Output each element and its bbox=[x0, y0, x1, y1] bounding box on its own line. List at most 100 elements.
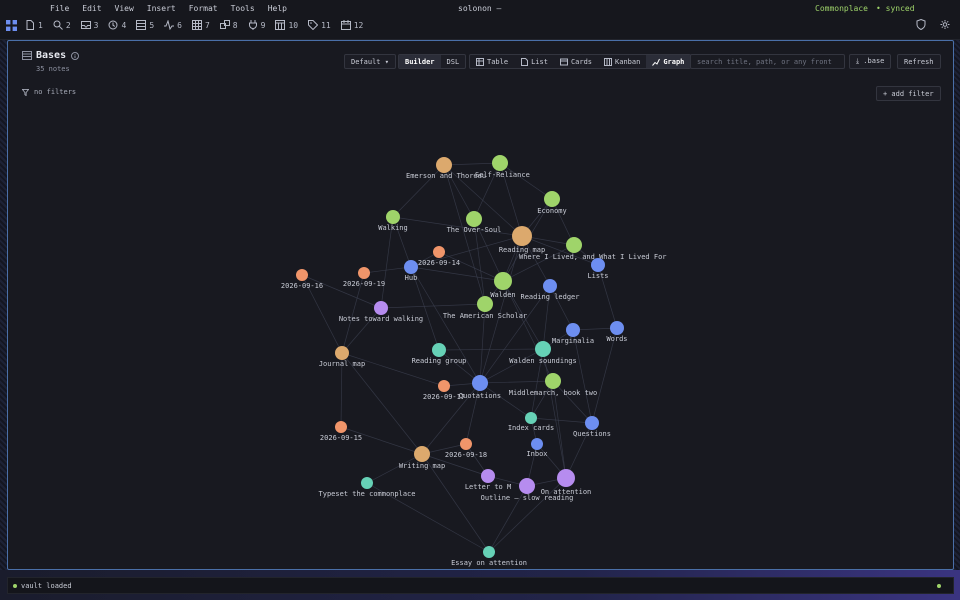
graph-node-on-attention[interactable]: On attention bbox=[541, 469, 592, 496]
node-dot[interactable] bbox=[438, 380, 450, 392]
graph-node-quotations[interactable]: Quotations bbox=[459, 375, 501, 400]
calendar-icon bbox=[340, 20, 351, 30]
graph-node-d-0919[interactable]: 2026-09-19 bbox=[343, 267, 385, 288]
tool-search-button[interactable]: 2 bbox=[53, 18, 71, 32]
gear-icon[interactable] bbox=[940, 19, 950, 30]
graph-node-journal-map[interactable]: Journal map bbox=[319, 346, 365, 368]
node-dot[interactable] bbox=[494, 272, 512, 290]
graph-node-essay-attention[interactable]: Essay on attention bbox=[451, 546, 527, 567]
graph-node-over-soul[interactable]: The Over-Soul bbox=[447, 211, 502, 234]
node-dot[interactable] bbox=[566, 323, 580, 337]
graph-edge bbox=[552, 380, 593, 424]
tool-inbox-button[interactable]: 3 bbox=[80, 18, 98, 32]
app-grid-button[interactable] bbox=[6, 18, 17, 32]
tool-count: 6 bbox=[177, 20, 182, 30]
graph-node-inbox[interactable]: Inbox bbox=[526, 438, 548, 458]
menu-view[interactable]: View bbox=[115, 4, 134, 13]
menu-edit[interactable]: Edit bbox=[82, 4, 101, 13]
graph-canvas[interactable]: Emerson and ThoreauSelf-RelianceEconomyW… bbox=[8, 41, 953, 569]
graph-node-d-0915[interactable]: 2026-09-15 bbox=[320, 421, 362, 442]
graph-node-words[interactable]: Words bbox=[606, 321, 628, 343]
node-label: 2026-09-16 bbox=[281, 282, 323, 290]
node-dot[interactable] bbox=[386, 210, 400, 224]
graph-edge bbox=[542, 348, 567, 479]
node-dot[interactable] bbox=[472, 375, 488, 391]
tool-bases-button[interactable]: 5 bbox=[136, 18, 154, 32]
menu-bar: File Edit View Insert Format Tools Help bbox=[50, 4, 287, 13]
vault-name[interactable]: Commonplace bbox=[815, 4, 868, 13]
node-dot[interactable] bbox=[591, 258, 605, 272]
graph-edge bbox=[443, 164, 486, 305]
menu-file[interactable]: File bbox=[50, 4, 69, 13]
node-label: Lists bbox=[587, 272, 608, 280]
node-dot[interactable] bbox=[361, 477, 373, 489]
graph-node-typeset[interactable]: Typeset the commonplace bbox=[319, 477, 416, 498]
node-dot[interactable] bbox=[545, 373, 561, 389]
graph-node-d-0916[interactable]: 2026-09-16 bbox=[281, 269, 323, 290]
shield-icon[interactable] bbox=[916, 19, 926, 30]
node-dot[interactable] bbox=[566, 237, 582, 253]
graph-node-walden[interactable]: Walden bbox=[490, 272, 516, 299]
tool-file-button[interactable]: 1 bbox=[25, 18, 43, 32]
graph-node-reading-ledger[interactable]: Reading ledger bbox=[520, 279, 580, 301]
menu-help[interactable]: Help bbox=[268, 4, 287, 13]
menu-tools[interactable]: Tools bbox=[231, 4, 255, 13]
node-dot[interactable] bbox=[335, 421, 347, 433]
graph-node-questions[interactable]: Questions bbox=[573, 416, 611, 438]
tool-tag-button[interactable]: 11 bbox=[308, 18, 331, 32]
node-dot[interactable] bbox=[432, 343, 446, 357]
tool-history-button[interactable]: 4 bbox=[108, 18, 126, 32]
node-dot[interactable] bbox=[557, 469, 575, 487]
node-dot[interactable] bbox=[610, 321, 624, 335]
node-dot[interactable] bbox=[531, 438, 543, 450]
tool-graph-button[interactable]: 8 bbox=[219, 18, 238, 32]
history-icon bbox=[108, 20, 118, 30]
graph-node-self-reliance[interactable]: Self-Reliance bbox=[475, 155, 530, 179]
node-dot[interactable] bbox=[296, 269, 308, 281]
graph-node-walking[interactable]: Walking bbox=[378, 210, 408, 232]
graph-node-economy[interactable]: Economy bbox=[537, 191, 567, 215]
graph-node-index-cards[interactable]: Index cards bbox=[508, 412, 554, 432]
node-dot[interactable] bbox=[483, 546, 495, 558]
node-dot[interactable] bbox=[477, 296, 493, 312]
activity-icon bbox=[164, 20, 175, 30]
node-dot[interactable] bbox=[460, 438, 472, 450]
tool-calendar-grid-button[interactable]: 10 bbox=[275, 18, 298, 32]
tool-count: 2 bbox=[65, 20, 71, 30]
node-dot[interactable] bbox=[525, 412, 537, 424]
node-dot[interactable] bbox=[519, 478, 535, 494]
graph-node-d-0914[interactable]: 2026-09-14 bbox=[418, 246, 460, 267]
node-dot[interactable] bbox=[492, 155, 508, 171]
node-dot[interactable] bbox=[481, 469, 495, 483]
node-dot[interactable] bbox=[543, 279, 557, 293]
node-dot[interactable] bbox=[544, 191, 560, 207]
node-dot[interactable] bbox=[466, 211, 482, 227]
node-label: Notes toward walking bbox=[339, 315, 423, 323]
graph-node-marginalia[interactable]: Marginalia bbox=[552, 323, 594, 345]
graph-node-d-0918[interactable]: 2026-09-18 bbox=[445, 438, 487, 459]
menu-format[interactable]: Format bbox=[189, 4, 218, 13]
graph-node-writing-map[interactable]: Writing map bbox=[399, 446, 445, 470]
node-dot[interactable] bbox=[335, 346, 349, 360]
node-dot[interactable] bbox=[358, 267, 370, 279]
tool-activity-button[interactable]: 6 bbox=[164, 18, 182, 32]
node-dot[interactable] bbox=[404, 260, 418, 274]
menu-insert[interactable]: Insert bbox=[147, 4, 176, 13]
graph-node-notes-walking[interactable]: Notes toward walking bbox=[339, 301, 423, 323]
graph-node-lists[interactable]: Lists bbox=[587, 258, 609, 280]
node-dot[interactable] bbox=[414, 446, 430, 462]
tool-table-button[interactable]: 7 bbox=[191, 18, 210, 32]
node-dot[interactable] bbox=[535, 341, 551, 357]
graph-node-american-scholar[interactable]: The American Scholar bbox=[443, 296, 527, 320]
node-dot[interactable] bbox=[512, 226, 532, 246]
node-dot[interactable] bbox=[433, 246, 445, 258]
tool-calendar-button[interactable]: 12 bbox=[340, 18, 363, 32]
node-dot[interactable] bbox=[436, 157, 452, 173]
graph-edge bbox=[410, 266, 481, 384]
node-dot[interactable] bbox=[585, 416, 599, 430]
node-dot[interactable] bbox=[374, 301, 388, 315]
tool-plugin-button[interactable]: 9 bbox=[248, 18, 265, 32]
graph-node-reading-map[interactable]: Reading map bbox=[499, 226, 545, 254]
graph-node-hub[interactable]: Hub bbox=[404, 260, 418, 282]
node-label: Words bbox=[606, 335, 627, 343]
